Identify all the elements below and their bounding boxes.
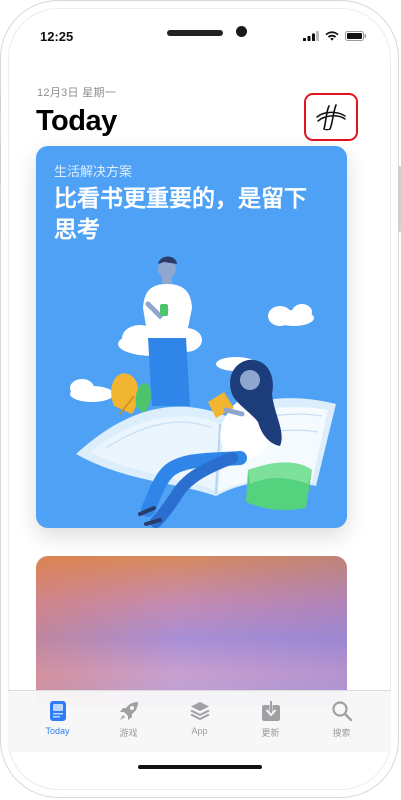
tab-games[interactable]: 游戏 [99, 691, 159, 752]
story-headline: 比看书更重要的，是留下思考 [54, 185, 307, 242]
story-category: 生活解决方案 [54, 164, 133, 179]
wifi-icon [325, 31, 339, 41]
account-avatar-icon [316, 104, 346, 131]
tab-apps[interactable]: App [170, 691, 230, 752]
page-title: Today [36, 105, 117, 137]
account-avatar-button[interactable] [304, 93, 358, 141]
layers-icon [190, 702, 209, 720]
download-icon [261, 701, 280, 721]
today-icon [49, 701, 66, 721]
search-icon [331, 701, 352, 722]
tab-bar: Today 游戏 App 更新 搜索 [8, 690, 391, 752]
battery-icon [345, 31, 367, 41]
front-camera [236, 26, 247, 37]
secondary-story-card[interactable] [36, 556, 347, 706]
tab-label: App [191, 726, 208, 736]
signal-icon [303, 31, 319, 41]
date-label: 12月3日 星期一 [37, 87, 117, 99]
reading-illustration [70, 256, 336, 528]
status-icons [303, 31, 367, 41]
home-indicator[interactable] [138, 765, 262, 769]
speaker-grille [167, 30, 223, 36]
side-button-volume-down [0, 195, 1, 239]
tab-today[interactable]: Today [28, 691, 88, 752]
side-button-volume-up [0, 141, 1, 185]
tab-label: 搜索 [332, 728, 351, 738]
tab-label: Today [45, 726, 70, 736]
rocket-icon [119, 702, 138, 720]
status-time: 12:25 [40, 29, 74, 44]
tab-search[interactable]: 搜索 [312, 691, 372, 752]
tab-label: 游戏 [119, 728, 138, 738]
story-image-overlay [36, 556, 347, 706]
tab-updates[interactable]: 更新 [241, 691, 301, 752]
tab-label: 更新 [261, 728, 280, 738]
side-button-mute [0, 93, 1, 115]
featured-story-card[interactable]: 生活解决方案 比看书更重要的，是留下思考 [36, 146, 347, 528]
